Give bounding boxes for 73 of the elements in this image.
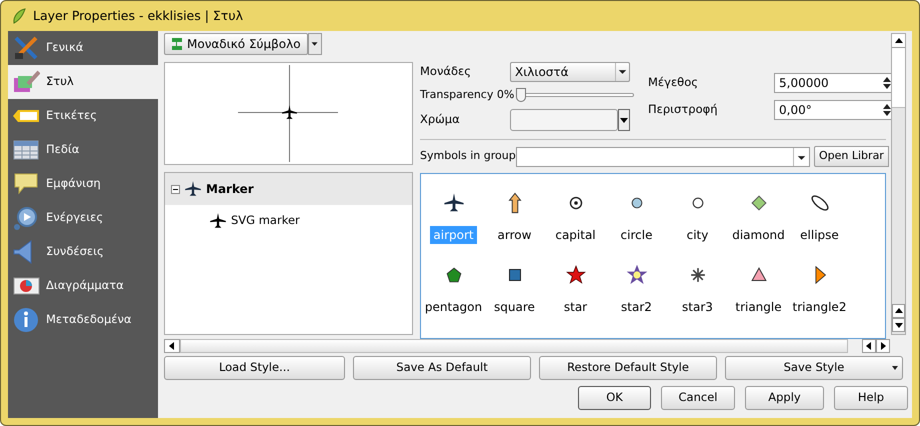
style-button[interactable]: Save Style bbox=[725, 356, 903, 380]
symbol-item[interactable]: star2 bbox=[606, 260, 667, 332]
vertical-scrollbar[interactable] bbox=[891, 33, 906, 335]
style-button[interactable]: Restore Default Style bbox=[539, 356, 717, 380]
symbol-item[interactable]: circle bbox=[606, 188, 667, 260]
size-spinbox[interactable]: 5,00000 bbox=[774, 73, 893, 93]
renderer-dropdown[interactable]: Μοναδικό Σύμβολο bbox=[164, 33, 308, 55]
sidebar-item[interactable]: Ετικέτες bbox=[8, 99, 158, 133]
sidebar-item[interactable]: Εμφάνιση bbox=[8, 167, 158, 201]
scroll-left-icon[interactable] bbox=[169, 342, 175, 350]
label-tag-icon bbox=[12, 109, 40, 123]
categories-icon bbox=[171, 37, 183, 51]
rotation-label: Περιστροφή bbox=[648, 101, 718, 118]
symbol-item[interactable]: arrow bbox=[484, 188, 545, 260]
tree-item[interactable]: Marker bbox=[165, 173, 412, 205]
scroll-down-icon[interactable] bbox=[894, 322, 902, 328]
sidebar-item[interactable]: Ενέργειες bbox=[8, 201, 158, 235]
scrollbar-thumb[interactable] bbox=[892, 48, 905, 108]
sidebar-item[interactable]: Μεταδεδομένα bbox=[8, 303, 158, 337]
symbol-item[interactable]: triangle2 bbox=[789, 260, 850, 332]
units-label: Μονάδες bbox=[420, 63, 472, 80]
size-label: Μέγεθος bbox=[648, 74, 699, 92]
collapse-icon[interactable] bbox=[171, 184, 180, 194]
open-library-button[interactable]: Open Librar bbox=[814, 146, 889, 167]
airplane-icon bbox=[209, 212, 227, 230]
scroll-up-icon[interactable] bbox=[894, 38, 902, 44]
color-label: Χρώμα bbox=[420, 111, 461, 128]
dropdown-arrow-icon bbox=[615, 63, 629, 81]
symbol-item[interactable]: star3 bbox=[667, 260, 728, 332]
color-button[interactable] bbox=[510, 109, 618, 131]
dialog-button[interactable]: Apply bbox=[745, 386, 824, 410]
dialog-button[interactable]: Cancel bbox=[661, 386, 735, 410]
transparency-slider[interactable] bbox=[516, 88, 634, 102]
sidebar-item[interactable]: Πεδία bbox=[8, 133, 158, 167]
tools-icon bbox=[12, 34, 40, 62]
sidebar-item[interactable]: Συνδέσεις bbox=[8, 235, 158, 269]
style-button[interactable]: Load Style... bbox=[164, 356, 345, 380]
scroll-left-icon[interactable] bbox=[866, 342, 872, 350]
airplane-icon bbox=[281, 104, 298, 121]
rotation-spinbox[interactable]: 0,00° bbox=[774, 100, 893, 120]
symbol-item[interactable]: ellipse bbox=[789, 188, 850, 260]
star-icon bbox=[564, 264, 586, 286]
symbol-item[interactable]: star bbox=[545, 260, 606, 332]
symbol-item[interactable]: diamond bbox=[728, 188, 789, 260]
dialog-button[interactable]: OK bbox=[578, 386, 651, 410]
sidebar-item[interactable]: Διαγράμματα bbox=[8, 269, 158, 303]
star-icon bbox=[626, 264, 648, 286]
spin-arrows-icon[interactable] bbox=[882, 102, 892, 118]
dropdown-arrow-icon bbox=[892, 366, 898, 370]
info-icon bbox=[12, 306, 40, 334]
symbol-item[interactable]: city bbox=[667, 188, 728, 260]
airplane-icon bbox=[184, 180, 202, 198]
sidebar-item[interactable]: Στυλ bbox=[8, 65, 158, 99]
units-dropdown[interactable]: Χιλιοστά bbox=[510, 62, 630, 82]
scroll-right-icon[interactable] bbox=[880, 342, 886, 350]
slider-thumb[interactable] bbox=[516, 88, 526, 102]
dialog-button[interactable]: Help bbox=[834, 386, 908, 410]
symbol-item[interactable]: square bbox=[484, 260, 545, 332]
scroll-up-icon[interactable] bbox=[894, 308, 902, 314]
tree-item[interactable]: SVG marker bbox=[165, 205, 412, 237]
transparency-label: Transparency 0% bbox=[420, 86, 516, 103]
style-button[interactable]: Save As Default bbox=[353, 356, 531, 380]
group-dropdown[interactable] bbox=[516, 146, 810, 166]
airplane-icon bbox=[442, 192, 464, 214]
horizontal-scrollbar[interactable] bbox=[164, 339, 890, 353]
window-title: Layer Properties - ekklisies | Στυλ bbox=[33, 6, 243, 25]
symbol-item[interactable]: pentagon bbox=[423, 260, 484, 332]
symbol-item[interactable]: capital bbox=[545, 188, 606, 260]
app-icon bbox=[11, 7, 27, 25]
spin-arrows-icon[interactable] bbox=[882, 75, 892, 91]
sidebar-item[interactable]: Γενικά bbox=[8, 31, 158, 65]
symbol-item[interactable]: triangle bbox=[728, 260, 789, 332]
group-label: Symbols in group bbox=[420, 148, 516, 164]
